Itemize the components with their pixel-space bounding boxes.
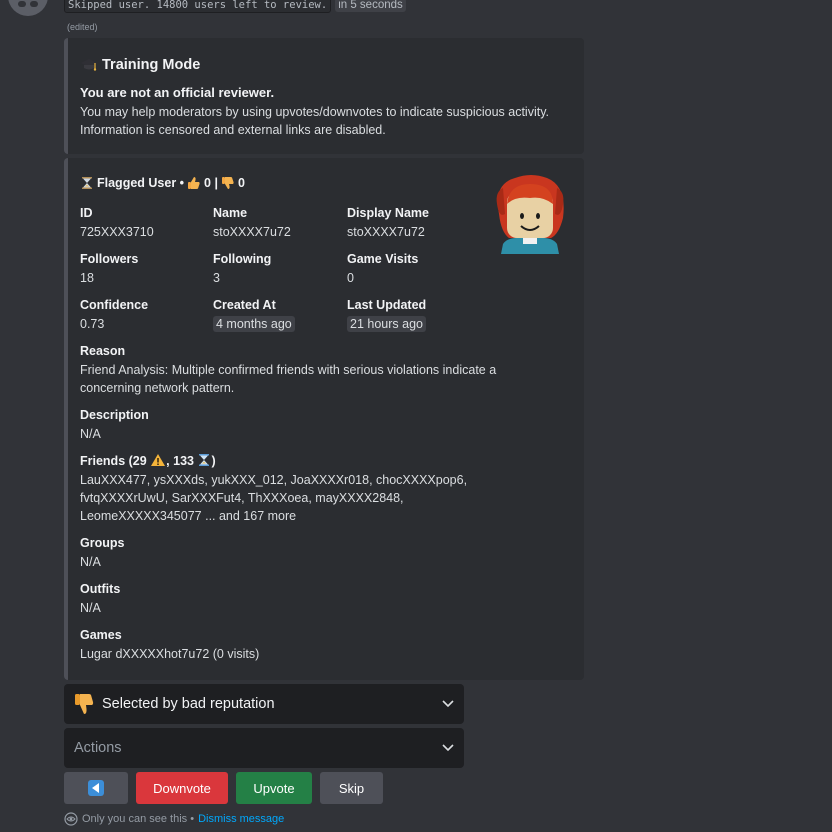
flagged-title: Flagged User • [97, 176, 185, 190]
downvote-count: 0 [237, 176, 245, 190]
field-label: ID [80, 206, 93, 220]
groups-block: Groups N/A [80, 534, 500, 571]
field-value-wrap: 21 hours ago [347, 314, 472, 334]
bot-avatar[interactable] [8, 0, 48, 16]
upvote-button[interactable]: Upvote [236, 772, 312, 804]
field-label: Last Updated [347, 298, 427, 312]
chevron-down-icon [442, 744, 454, 752]
relative-time-chip: 21 hours ago [347, 316, 426, 332]
relative-time-chip: 4 months ago [213, 316, 295, 332]
field-following: Following 3 [213, 250, 338, 288]
field-value: 0.73 [80, 317, 105, 331]
reason-block: Reason Friend Analysis: Multiple confirm… [80, 342, 500, 397]
thumbs-down-icon [221, 177, 234, 189]
ephemeral-notice: Only you can see this • Dismiss message [64, 812, 284, 826]
groups-value: N/A [80, 555, 101, 569]
groups-label: Groups [80, 536, 125, 550]
friends-label-mid: , 133 [166, 454, 194, 468]
flagged-header: Flagged User • 0 | 0 [80, 176, 245, 190]
status-code: Skipped user. 14800 users left to review… [64, 0, 332, 13]
dismiss-message-link[interactable]: Dismiss message [198, 813, 284, 825]
games-label: Games [80, 628, 122, 642]
downvote-button[interactable]: Downvote [136, 772, 228, 804]
skip-button[interactable]: Skip [320, 772, 383, 804]
edited-label: (edited) [67, 22, 98, 32]
graduation-cap-icon [81, 59, 97, 71]
user-avatar-thumbnail[interactable] [493, 174, 567, 254]
field-value: 18 [80, 271, 94, 285]
training-title-text: Training Mode [102, 57, 201, 73]
description-label: Description [80, 408, 149, 422]
thumbs-down-icon [75, 694, 94, 714]
only-you-text: Only you can see this • [82, 813, 195, 825]
field-label: Created At [213, 298, 276, 312]
reason-label: Reason [80, 344, 126, 358]
field-label: Following [213, 252, 272, 266]
flagged-user-embed: Flagged User • 0 | 0 ID 725XXX3710 Name … [64, 158, 584, 680]
reason-text: Friend Analysis: Multiple confirmed frie… [80, 363, 497, 395]
field-confidence: Confidence 0.73 [80, 296, 205, 334]
field-last-updated: Last Updated 21 hours ago [347, 296, 472, 334]
field-display-name: Display Name stoXXXX7u72 [347, 204, 472, 242]
actions-select[interactable]: Actions [64, 728, 464, 768]
timestamp-chip: in 5 seconds [335, 0, 406, 12]
description-text: N/A [80, 427, 101, 441]
field-label: Game Visits [347, 252, 419, 266]
field-label: Followers [80, 252, 139, 266]
field-followers: Followers 18 [80, 250, 205, 288]
training-title: Training Mode [80, 56, 200, 74]
field-label: Confidence [80, 298, 149, 312]
message-header: Skipped user. 14800 users left to review… [64, 0, 406, 13]
thumbs-up-icon [188, 177, 200, 189]
field-name: Name stoXXXX7u72 [213, 204, 338, 242]
field-value: stoXXXX7u72 [213, 225, 291, 239]
hourglass-icon [82, 177, 92, 189]
avatar-eye-right [30, 1, 38, 7]
field-game-visits: Game Visits 0 [347, 250, 472, 288]
field-created-at: Created At 4 months ago [213, 296, 338, 334]
friends-label-prefix: Friends (29 [80, 454, 147, 468]
field-value: 725XXX3710 [80, 225, 154, 239]
field-value: 0 [347, 271, 354, 285]
outfits-label: Outfits [80, 582, 121, 596]
reason-select[interactable]: Selected by bad reputation [64, 684, 464, 724]
games-value: Lugar dXXXXXhot7u72 (0 visits) [80, 647, 260, 661]
not-official-notice: You are not an official reviewer. [80, 85, 275, 100]
outfits-value: N/A [80, 601, 101, 615]
avatar-eye-left [18, 1, 26, 7]
back-button[interactable] [64, 772, 128, 804]
friends-list: LauXXX477, ysXXXds, yukXXX_012, JoaXXXXr… [80, 473, 468, 523]
games-block: Games Lugar dXXXXXhot7u72 (0 visits) [80, 626, 500, 663]
hourglass-icon [199, 454, 210, 466]
outfits-block: Outfits N/A [80, 580, 500, 617]
friends-label: Friends (29 , 133 ) [80, 452, 500, 470]
field-value-wrap: 4 months ago [213, 314, 338, 334]
field-value: stoXXXX7u72 [347, 225, 425, 239]
friends-block: Friends (29 , 133 ) LauXXX477, ysXXXds, … [80, 452, 500, 525]
actions-select-placeholder: Actions [74, 740, 122, 756]
reason-select-value: Selected by bad reputation [102, 696, 275, 712]
eye-icon [64, 812, 78, 826]
warning-icon [151, 454, 166, 466]
training-embed: Training Mode You are not an official re… [64, 38, 584, 154]
field-label: Name [213, 206, 248, 220]
back-arrow-icon [88, 780, 104, 796]
training-description: You may help moderators by using upvotes… [80, 105, 550, 137]
field-label: Display Name [347, 206, 429, 220]
field-id: ID 725XXX3710 [80, 204, 205, 242]
upvote-count: 0 | [204, 176, 218, 190]
field-value: 3 [213, 271, 220, 285]
friends-label-suffix: ) [211, 454, 216, 468]
description-block: Description N/A [80, 406, 500, 443]
chevron-down-icon [442, 700, 454, 708]
